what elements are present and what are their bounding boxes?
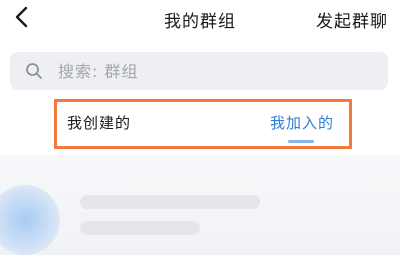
tab-created-by-me[interactable]: 我创建的 <box>67 112 131 133</box>
search-icon <box>26 63 42 79</box>
group-tabs: 我创建的 我加入的 <box>54 99 352 149</box>
blurred-text-line <box>80 221 200 235</box>
header-bar: 我的群组 发起群聊 <box>0 0 400 40</box>
search-bar[interactable] <box>10 52 388 90</box>
tab-joined-by-me[interactable]: 我加入的 <box>270 112 334 133</box>
active-tab-indicator <box>288 140 314 143</box>
blurred-avatar <box>0 185 60 255</box>
blurred-text-line <box>80 195 260 209</box>
page: 我的群组 发起群聊 我创建的 我加入的 <box>0 0 400 255</box>
start-group-chat-button[interactable]: 发起群聊 <box>316 7 388 32</box>
search-input[interactable] <box>58 52 358 90</box>
blurred-group-list <box>0 155 400 255</box>
